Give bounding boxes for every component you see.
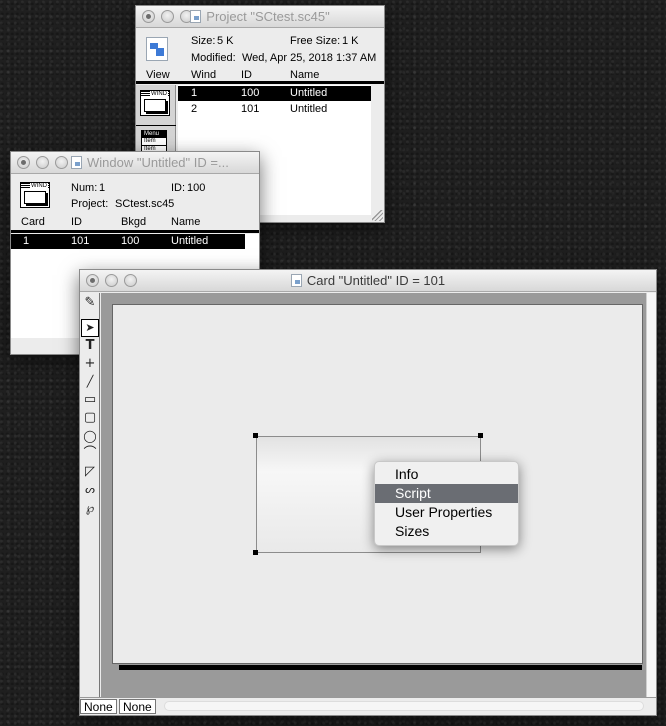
canvas-shadow <box>119 665 642 670</box>
vertical-scrollbar[interactable] <box>646 293 656 698</box>
project-value: SCtest.sc45 <box>115 198 175 210</box>
header-divider <box>11 230 259 233</box>
curve-tool-icon[interactable]: ⌒ <box>82 446 98 462</box>
column-header-id: ID <box>71 216 82 228</box>
project-file-icon[interactable] <box>146 37 168 61</box>
size-value: 5 K <box>217 35 234 47</box>
arrow-tool-icon[interactable]: ➤ <box>81 319 99 337</box>
list-row[interactable]: 2 101 Untitled <box>178 102 371 117</box>
browse-tool-icon[interactable]: ✎ <box>82 295 98 311</box>
line-tool-icon[interactable]: ╱ <box>82 374 98 390</box>
menu-item-user-properties[interactable]: User Properties <box>375 503 518 522</box>
text-tool-icon[interactable]: T <box>82 338 98 354</box>
window-titlebar[interactable]: Window "Untitled" ID =... <box>11 152 259 174</box>
status-field-1: None <box>80 699 117 714</box>
menu-item-info[interactable]: Info <box>375 465 518 484</box>
window-resource-icon[interactable]: WIND <box>140 90 170 116</box>
column-header-wind: Wind <box>191 69 217 81</box>
rectangle-tool-icon[interactable]: ▭ <box>82 392 98 408</box>
document-icon <box>290 274 302 287</box>
column-header-id: ID <box>241 69 252 81</box>
project-info: Size: 5 K Free Size: 1 K Modified: Wed, … <box>136 29 384 87</box>
num-label: Num: <box>71 182 98 194</box>
column-header-name: Name <box>290 69 320 81</box>
crosshair-tool-icon[interactable]: + <box>82 356 98 372</box>
card-window: Card "Untitled" ID = 101 ✎ ➤ T + ╱ ▭ ▢ ◯… <box>79 269 657 716</box>
column-header-name: Name <box>171 216 201 228</box>
oval-tool-icon[interactable]: ◯ <box>82 428 98 444</box>
project-label: Project: <box>71 198 109 210</box>
column-header-bkgd: Bkgd <box>121 216 147 228</box>
header-divider <box>136 81 384 84</box>
modified-value: Wed, Apr 25, 2018 1:37 AM <box>242 52 377 64</box>
menu-item-sizes[interactable]: Sizes <box>375 522 518 541</box>
card-titlebar[interactable]: Card "Untitled" ID = 101 <box>80 270 656 292</box>
project-titlebar[interactable]: Project "SCtest.sc45" <box>136 6 384 28</box>
lasso-tool-icon[interactable]: ℘ <box>82 500 98 516</box>
column-header-card: Card <box>21 216 45 228</box>
document-icon <box>190 10 202 23</box>
modified-label: Modified: <box>191 52 236 64</box>
menu-item-script[interactable]: Script <box>375 484 518 503</box>
context-menu: Info Script User Properties Sizes <box>374 461 519 546</box>
free-size-label: Free Size: <box>290 35 341 47</box>
status-field-2: None <box>119 699 156 714</box>
list-row[interactable]: 1 100 Untitled <box>178 86 371 101</box>
num-value: 1 <box>99 182 106 194</box>
document-icon <box>71 156 82 169</box>
size-label: Size: <box>191 35 216 47</box>
list-row[interactable]: 1 101 100 Untitled <box>11 234 245 249</box>
rounded-rect-tool-icon[interactable]: ▢ <box>82 410 98 426</box>
resize-handle[interactable] <box>478 433 483 438</box>
horizontal-scrollbar[interactable] <box>164 701 644 711</box>
resize-handle[interactable] <box>253 550 258 555</box>
tool-palette: ✎ ➤ T + ╱ ▭ ▢ ◯ ⌒ ◸ ᔕ ℘ <box>80 293 100 698</box>
palette-divider <box>136 125 176 126</box>
window-title: Window "Untitled" ID =... <box>87 155 229 170</box>
window-resource-icon: WIND <box>20 182 50 208</box>
resize-handle[interactable] <box>253 433 258 438</box>
id-label: ID: <box>171 182 186 194</box>
card-title: Card "Untitled" ID = 101 <box>306 273 446 288</box>
free-size-value: 1 K <box>342 35 359 47</box>
view-label[interactable]: View <box>146 69 170 81</box>
freehand-tool-icon[interactable]: ᔕ <box>82 482 98 498</box>
resize-grip-icon[interactable] <box>372 210 383 221</box>
id-value: 100 <box>187 182 206 194</box>
polygon-tool-icon[interactable]: ◸ <box>82 464 98 480</box>
status-bar: None None <box>80 697 656 715</box>
project-title: Project "SCtest.sc45" <box>206 9 330 24</box>
